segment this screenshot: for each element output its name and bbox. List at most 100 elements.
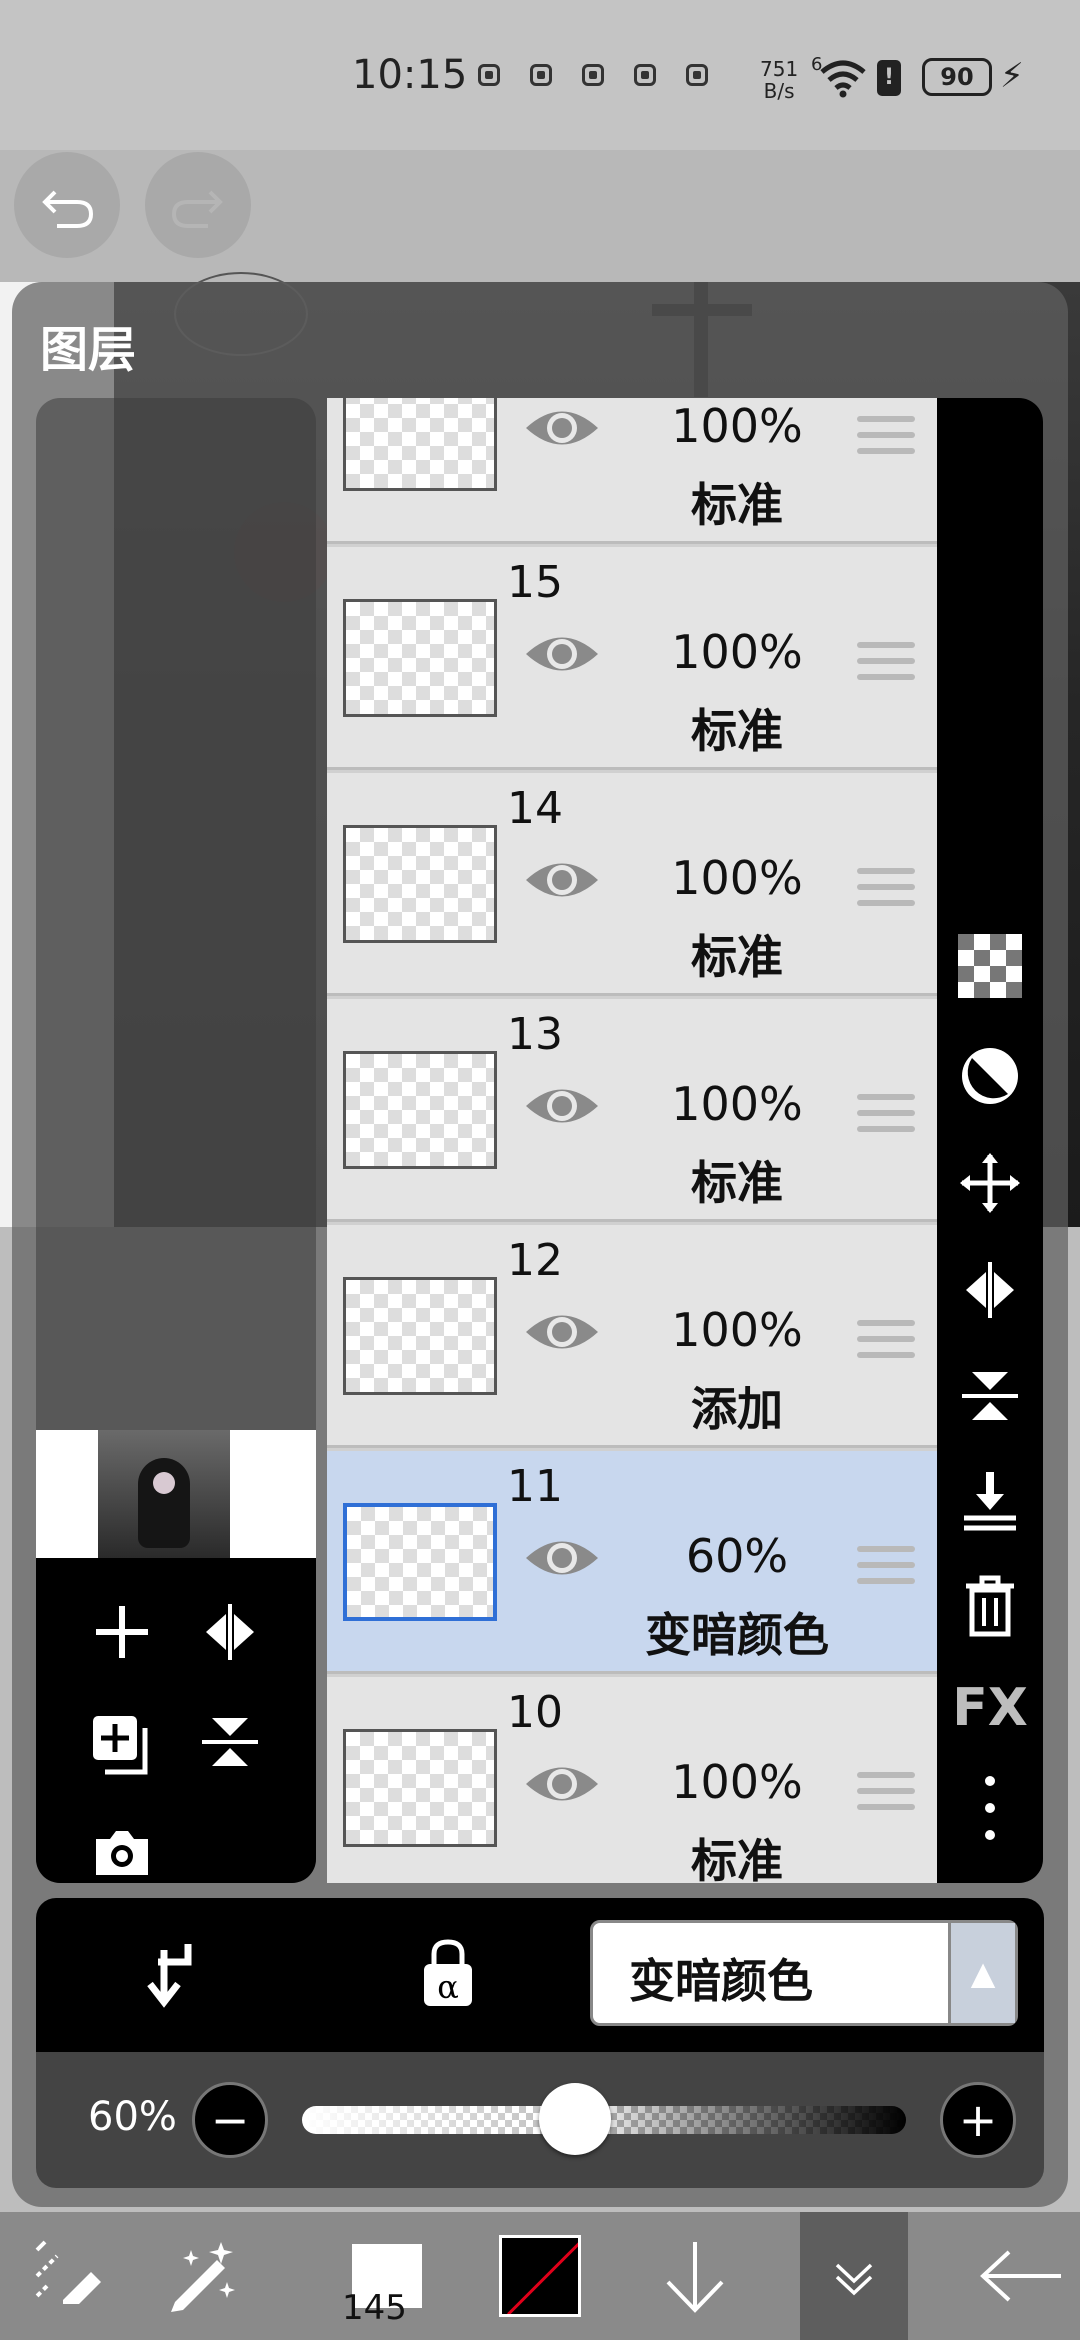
drag-handle-icon[interactable] (857, 868, 915, 908)
layer-thumbnail[interactable] (343, 1729, 497, 1847)
layer-blend-mode: 变暗颜色 (645, 1608, 829, 1662)
dropdown-arrow-icon: ▲ (948, 1923, 1015, 2023)
clip-layer-button[interactable] (136, 1938, 200, 2012)
color-swatch (499, 2235, 581, 2317)
duplicate-layer-button[interactable] (82, 1710, 162, 1790)
layer-row[interactable]: 12 100% 添加 (327, 1225, 937, 1448)
layer-opacity: 100% (671, 1755, 803, 1809)
layer-opacity: 100% (671, 1077, 803, 1131)
eye-icon[interactable] (522, 1307, 602, 1361)
layer-thumbnail[interactable] (343, 398, 497, 491)
layer-thumbnail[interactable] (343, 599, 497, 717)
more-options-button[interactable] (937, 1768, 1043, 1848)
add-layer-button[interactable] (82, 1600, 162, 1680)
move-button[interactable] (937, 1143, 1043, 1223)
brush-size-value: 145 (342, 2288, 407, 2328)
layer-number: 15 (507, 557, 563, 608)
eye-icon[interactable] (522, 403, 602, 457)
back-button[interactable] (960, 2212, 1080, 2340)
drag-handle-icon[interactable] (857, 416, 915, 456)
slider-thumb[interactable] (539, 2083, 612, 2155)
wifi-label: 6 (811, 54, 823, 75)
increase-opacity-button[interactable]: + (940, 2082, 1016, 2158)
arrow-down-icon (666, 2242, 724, 2313)
layer-row[interactable]: 15 100% 标准 (327, 547, 937, 770)
drag-handle-icon[interactable] (857, 1546, 915, 1586)
alpha-lock-button[interactable]: α (416, 1936, 480, 2014)
drag-handle-icon[interactable] (857, 642, 915, 682)
layer-thumbnail[interactable] (343, 1503, 497, 1621)
flip-vertical-button[interactable] (190, 1710, 270, 1790)
layer-number: 12 (507, 1235, 563, 1286)
layer-number: 13 (507, 1009, 563, 1060)
layer-row[interactable]: 14 100% 标准 (327, 773, 937, 996)
flip-horizontal-button[interactable] (190, 1600, 270, 1680)
layer-opacity: 100% (671, 625, 803, 679)
layer-blend-mode: 标准 (691, 1156, 783, 1210)
delete-layer-button[interactable] (937, 1566, 1043, 1646)
eye-icon[interactable] (522, 1081, 602, 1135)
select-tool-button[interactable] (0, 2212, 134, 2340)
layer-opacity: 100% (671, 399, 803, 453)
eye-icon[interactable] (522, 855, 602, 909)
drag-handle-icon[interactable] (857, 1320, 915, 1360)
undo-button[interactable] (14, 152, 120, 258)
notification-icon (530, 64, 552, 86)
battery-indicator: 90 (922, 58, 992, 96)
decrease-opacity-button[interactable]: − (192, 2082, 268, 2158)
status-time: 10:15 (352, 52, 468, 98)
notification-icon (634, 64, 656, 86)
layer-actions (36, 1430, 316, 1883)
layer-opacity: 100% (671, 1303, 803, 1357)
fx-label: FX (952, 1678, 1028, 1738)
layer-blend-mode: 标准 (691, 478, 783, 532)
layer-row[interactable]: 11 60% 变暗颜色 (327, 1451, 937, 1674)
eye-icon[interactable] (522, 629, 602, 683)
lock-alpha-icon: α (424, 1939, 472, 2006)
wifi-icon (820, 60, 866, 98)
network-speed-unit: B/s (763, 79, 795, 103)
fx-button[interactable]: FX (937, 1668, 1043, 1748)
flip-vertical-tool[interactable] (937, 1356, 1043, 1436)
layer-row[interactable]: 10 100% 标准 (327, 1677, 937, 1883)
layer-row[interactable]: 13 100% 标准 (327, 999, 937, 1222)
layer-thumbnail[interactable] (343, 1051, 497, 1169)
redo-button[interactable] (145, 152, 251, 258)
layer-row[interactable]: 100% 标准 (327, 398, 937, 544)
layer-thumbnail[interactable] (343, 825, 497, 943)
layer-thumbnail[interactable] (343, 1277, 497, 1395)
flip-horizontal-icon (206, 1604, 254, 1660)
eye-icon[interactable] (522, 1759, 602, 1813)
selection-eraser-icon (35, 2240, 101, 2304)
magic-brush-button[interactable] (134, 2212, 268, 2340)
merge-down-button[interactable] (937, 1460, 1043, 1540)
notification-icon (478, 64, 500, 86)
checkerboard-icon (958, 934, 1022, 998)
canvas-thumbnail[interactable] (36, 1430, 316, 1558)
camera-button[interactable] (82, 1820, 162, 1883)
more-vertical-icon (985, 1776, 995, 1840)
network-speed: 751 B/s (760, 58, 798, 102)
brush-preview: 145 (342, 2244, 422, 2328)
panel-title: 图层 (40, 322, 137, 378)
svg-text:α: α (437, 1968, 459, 2006)
camera-icon (96, 1831, 148, 1875)
notification-icon (686, 64, 708, 86)
layer-list[interactable]: 100% 标准 15 100% 标准 14 100% 标准 13 100% 标准 12 100% 添加 11… (327, 398, 937, 1883)
eye-icon[interactable] (522, 1533, 602, 1587)
notification-icon (582, 64, 604, 86)
drag-handle-icon[interactable] (857, 1094, 915, 1134)
layer-down-button[interactable] (640, 2212, 750, 2340)
collapse-button[interactable] (800, 2212, 908, 2340)
clip-arrow-icon (147, 1944, 192, 2008)
minus-icon: − (210, 2093, 250, 2147)
drag-handle-icon[interactable] (857, 1772, 915, 1812)
brush-size-button[interactable]: 145 (334, 2212, 440, 2340)
color-picker-button[interactable] (490, 2212, 590, 2340)
blend-mode-select[interactable]: 变暗颜色 ▲ (590, 1920, 1018, 2026)
transparency-button[interactable] (937, 926, 1043, 1006)
flip-horizontal-tool[interactable] (937, 1250, 1043, 1330)
clipping-button[interactable] (937, 1036, 1043, 1116)
move-icon (960, 1153, 1020, 1213)
layer-number: 11 (507, 1461, 563, 1512)
